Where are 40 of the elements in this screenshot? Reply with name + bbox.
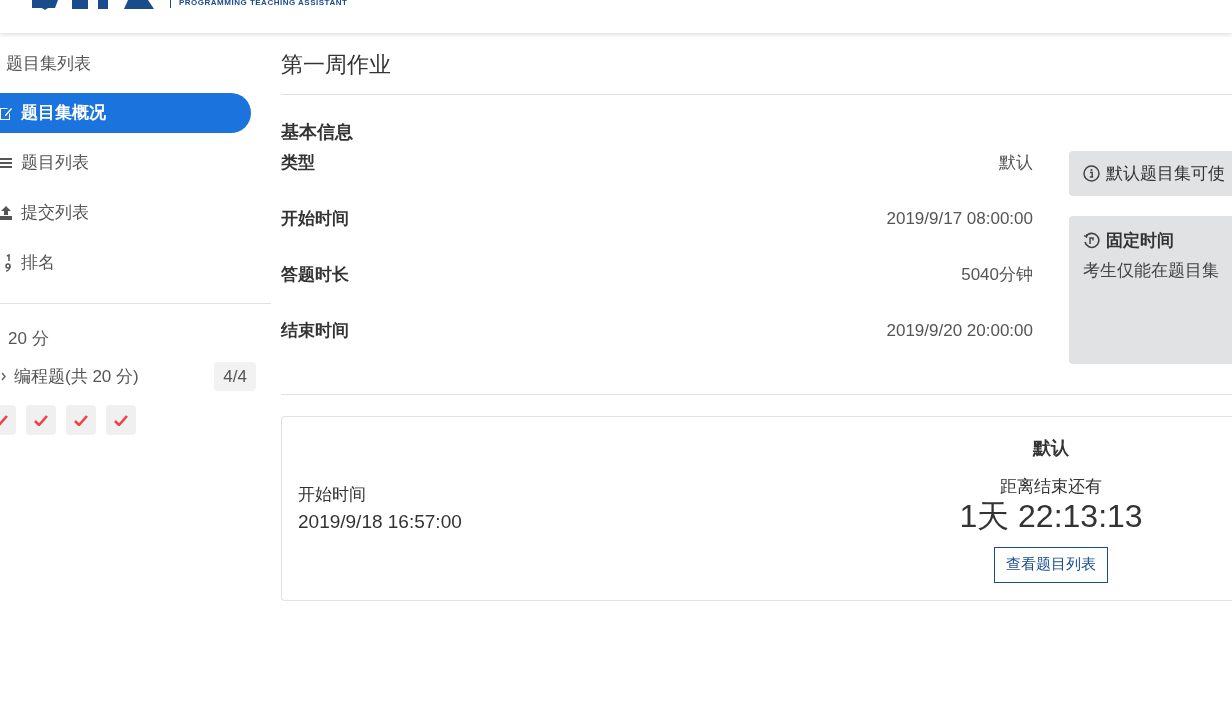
start-value: 2019/9/18 16:57:00 bbox=[298, 509, 463, 534]
note-text: 默认题目集可使 bbox=[1106, 162, 1225, 185]
list-icon bbox=[0, 157, 12, 169]
type-label: 默认 bbox=[1033, 436, 1069, 460]
chevron-icon[interactable] bbox=[1, 371, 7, 381]
view-problems-button[interactable]: 查看题目列表 bbox=[994, 546, 1108, 583]
group-title[interactable]: 编程题(共 20 分) bbox=[14, 363, 215, 389]
edit-icon bbox=[0, 106, 12, 120]
info-icon bbox=[1083, 165, 1100, 182]
field-value: 2019/9/20 20:00:00 bbox=[886, 320, 1033, 343]
nav-item[interactable]: 提交列表 bbox=[0, 193, 251, 233]
countdown: 1天 22:13:13 bbox=[959, 498, 1143, 533]
section-title: 基本信息 bbox=[281, 121, 354, 144]
logo-tagline: PROGRAMMING TEACHING ASSISTANT bbox=[179, 0, 348, 7]
note-title: 固定时间 bbox=[1106, 230, 1174, 252]
progress-count: 4/4 bbox=[214, 361, 256, 391]
field-value: 5040分钟 bbox=[961, 264, 1033, 287]
remaining-label: 距离结束还有 bbox=[1000, 475, 1102, 498]
upload-icon bbox=[0, 206, 12, 220]
field-label: 开始时间 bbox=[281, 208, 349, 231]
check-icon bbox=[114, 414, 128, 426]
nav-item[interactable]: 题目集概况 bbox=[0, 93, 251, 133]
total-score: 20 分 bbox=[8, 328, 49, 350]
field-label: 类型 bbox=[281, 152, 315, 175]
note-text: 考生仅能在题目集 bbox=[1083, 259, 1220, 282]
check-icon bbox=[34, 414, 48, 426]
field-label: 结束时间 bbox=[281, 320, 349, 343]
nav-item[interactable]: 排名 bbox=[0, 243, 251, 283]
page-title: 第一周作业 bbox=[281, 51, 392, 79]
nav-item[interactable]: 题目列表 bbox=[0, 143, 251, 183]
field-value: 默认 bbox=[999, 152, 1033, 175]
check-icon bbox=[74, 414, 88, 426]
field-label: 答题时长 bbox=[281, 264, 349, 287]
problem-tile[interactable] bbox=[106, 405, 136, 435]
problem-tile[interactable] bbox=[66, 405, 96, 435]
clock-icon bbox=[1083, 232, 1100, 250]
start-label: 开始时间 bbox=[298, 483, 367, 506]
problem-tile[interactable] bbox=[26, 405, 56, 435]
back-link[interactable]: 题目集列表 bbox=[6, 51, 91, 77]
field-value: 2019/9/17 08:00:00 bbox=[886, 208, 1033, 231]
